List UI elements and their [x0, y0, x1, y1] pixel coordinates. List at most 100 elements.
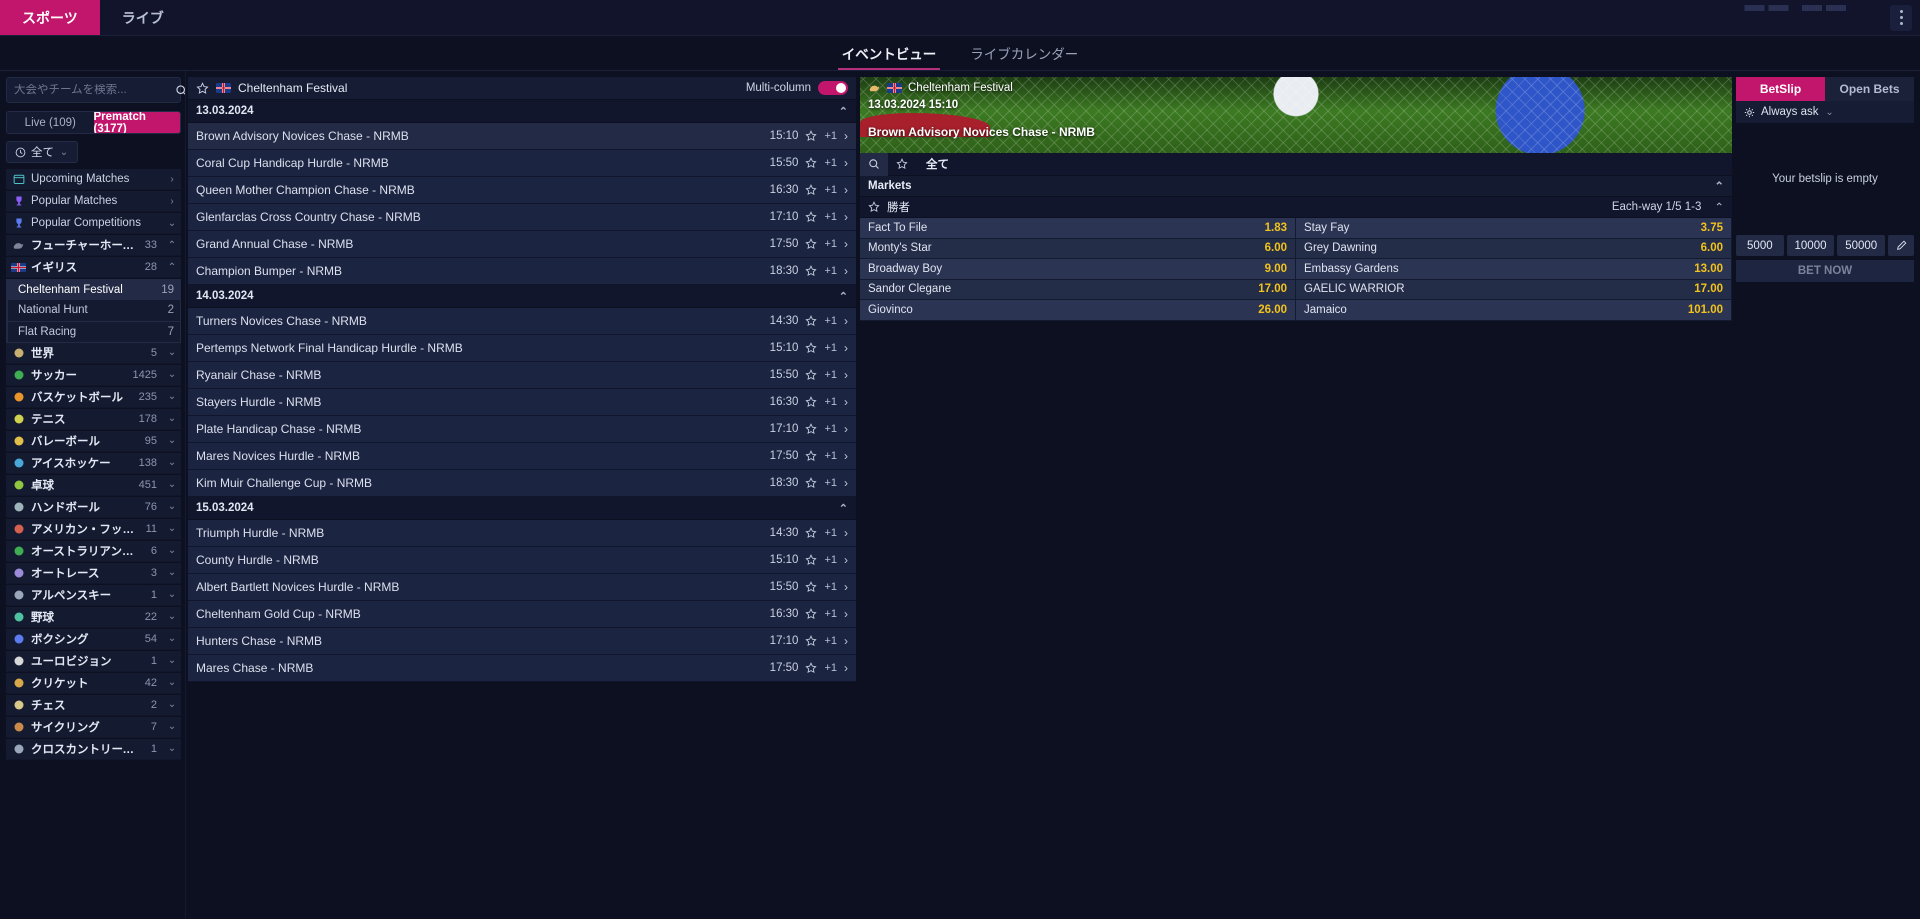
sidebar-sport-item[interactable]: サイクリング 7 ⌄	[6, 716, 181, 738]
event-row[interactable]: Queen Mother Champion Chase - NRMB 16:30 +…	[188, 177, 856, 204]
odds-selection[interactable]: Stay Fay 3.75	[1296, 218, 1732, 239]
star-icon[interactable]	[805, 450, 818, 462]
chevron-right-icon[interactable]: ›	[844, 449, 848, 463]
odds-selection[interactable]: Giovinco 26.00	[860, 300, 1296, 321]
event-row[interactable]: Champion Bumper - NRMB 18:30 +1 ›	[188, 258, 856, 285]
chevron-right-icon[interactable]: ›	[844, 129, 848, 143]
time-filter-dropdown[interactable]: 全て ⌄	[6, 141, 78, 163]
chevron-right-icon[interactable]: ›	[844, 341, 848, 355]
star-icon[interactable]	[805, 554, 818, 566]
tab-event-view[interactable]: イベントビュー	[837, 43, 940, 70]
star-icon[interactable]	[805, 157, 818, 169]
markets-section-header[interactable]: Markets ⌃	[860, 176, 1732, 197]
sidebar-sport-item[interactable]: バレーボール 95 ⌄	[6, 430, 181, 453]
star-icon[interactable]	[805, 662, 818, 674]
sidebar-sport-item[interactable]: ボクシング 54 ⌄	[6, 628, 181, 650]
sidebar-sport-item[interactable]: バスケットボール 235 ⌄	[6, 386, 181, 409]
star-icon[interactable]	[805, 342, 818, 354]
chevron-right-icon[interactable]: ›	[844, 476, 848, 490]
pencil-icon[interactable]	[1888, 235, 1915, 256]
chevron-up-icon[interactable]: ⌃	[839, 290, 848, 303]
chevron-right-icon[interactable]: ›	[844, 553, 848, 567]
star-icon[interactable]	[805, 477, 818, 489]
tab-betslip[interactable]: BetSlip	[1736, 77, 1825, 101]
star-icon[interactable]	[805, 130, 818, 142]
event-row[interactable]: Kim Muir Challenge Cup - NRMB 18:30 +1 ›	[188, 470, 856, 497]
stake-button-10000[interactable]: 10000	[1786, 235, 1835, 256]
chevron-up-icon[interactable]: ⌃	[839, 105, 848, 118]
segment-prematch[interactable]: Prematch (3177)	[93, 112, 180, 133]
star-icon[interactable]	[805, 238, 818, 250]
chevron-right-icon[interactable]: ›	[844, 368, 848, 382]
sidebar-item-flat-racing[interactable]: Flat Racing 7	[7, 321, 181, 343]
sidebar-item-popular-competitions[interactable]: Popular Competitions ⌄	[6, 212, 181, 235]
star-icon[interactable]	[805, 608, 818, 620]
sidebar-search[interactable]	[6, 77, 185, 103]
star-icon[interactable]	[805, 527, 818, 539]
star-icon[interactable]	[805, 396, 818, 408]
chevron-right-icon[interactable]: ›	[844, 422, 848, 436]
topnav-tab-sports[interactable]: スポーツ	[0, 0, 100, 35]
events-date-header[interactable]: 13.03.2024 ⌃	[188, 100, 856, 123]
sidebar-sport-item[interactable]: ユーロビジョン 1 ⌄	[6, 650, 181, 672]
sidebar-sport-item[interactable]: オーストラリアン・… 6 ⌄	[6, 540, 181, 562]
event-row[interactable]: Coral Cup Handicap Hurdle - NRMB 15:50 +1 ›	[188, 150, 856, 177]
sidebar-sport-item[interactable]: 野球 22 ⌄	[6, 606, 181, 628]
event-row[interactable]: Plate Handicap Chase - NRMB 17:10 +1 ›	[188, 416, 856, 443]
odds-selection[interactable]: Broadway Boy 9.00	[860, 259, 1296, 280]
event-row[interactable]: Pertemps Network Final Handicap Hurdle -…	[188, 335, 856, 362]
sidebar-group-future-horses[interactable]: フューチャーホース... 33 ⌃	[6, 234, 181, 257]
sidebar-sport-item[interactable]: クリケット 42 ⌄	[6, 672, 181, 694]
sidebar-sport-item[interactable]: アルペンスキー 1 ⌄	[6, 584, 181, 606]
event-row[interactable]: Grand Annual Chase - NRMB 17:50 +1 ›	[188, 231, 856, 258]
event-row[interactable]: County Hurdle - NRMB 15:10 +1 ›	[188, 547, 856, 574]
market-favorite-icon[interactable]	[888, 153, 916, 176]
sidebar-item-popular-matches[interactable]: Popular Matches ›	[6, 190, 181, 213]
star-icon[interactable]	[805, 211, 818, 223]
odds-selection[interactable]: Jamaico 101.00	[1296, 300, 1732, 321]
star-icon[interactable]	[805, 369, 818, 381]
event-row[interactable]: Glenfarclas Cross Country Chase - NRMB 17…	[188, 204, 856, 231]
star-icon[interactable]	[196, 81, 209, 95]
multicolumn-toggle[interactable]	[818, 81, 848, 95]
sidebar-group-uk[interactable]: イギリス 28 ⌃	[6, 256, 181, 279]
market-filter-all[interactable]: 全て	[916, 156, 959, 172]
star-icon[interactable]	[805, 581, 818, 593]
star-icon[interactable]	[805, 315, 818, 327]
stake-button-5000[interactable]: 5000	[1736, 235, 1784, 256]
event-row[interactable]: Turners Novices Chase - NRMB 14:30 +1 ›	[188, 308, 856, 335]
chevron-right-icon[interactable]: ›	[844, 264, 848, 278]
odds-selection[interactable]: GAELIC WARRIOR 17.00	[1296, 279, 1732, 300]
star-icon[interactable]	[805, 423, 818, 435]
odds-selection[interactable]: Embassy Gardens 13.00	[1296, 259, 1732, 280]
star-icon[interactable]	[805, 184, 818, 196]
chevron-up-icon[interactable]: ⌃	[839, 502, 848, 515]
chevron-right-icon[interactable]: ›	[844, 314, 848, 328]
chevron-right-icon[interactable]: ›	[844, 580, 848, 594]
star-icon[interactable]	[805, 635, 818, 647]
chevron-right-icon[interactable]: ›	[844, 395, 848, 409]
stake-button-50000[interactable]: 50000	[1837, 235, 1886, 256]
sidebar-sport-item[interactable]: チェス 2 ⌄	[6, 694, 181, 716]
event-row[interactable]: Albert Bartlett Novices Hurdle - NRMB 15:…	[188, 574, 856, 601]
sidebar-sport-item[interactable]: 世界 5 ⌄	[6, 342, 181, 365]
odds-selection[interactable]: Fact To File 1.83	[860, 218, 1296, 239]
sidebar-sport-item[interactable]: オートレース 3 ⌄	[6, 562, 181, 584]
odds-selection[interactable]: Sandor Clegane 17.00	[860, 279, 1296, 300]
kebab-menu-icon[interactable]	[1890, 4, 1912, 31]
event-row[interactable]: Ryanair Chase - NRMB 15:50 +1 ›	[188, 362, 856, 389]
event-row[interactable]: Stayers Hurdle - NRMB 16:30 +1 ›	[188, 389, 856, 416]
tab-open-bets[interactable]: Open Bets	[1825, 77, 1914, 101]
event-row[interactable]: Mares Chase - NRMB 17:50 +1 ›	[188, 655, 856, 682]
star-icon[interactable]	[805, 265, 818, 277]
topnav-tab-live[interactable]: ライブ	[100, 0, 186, 35]
sidebar-sport-item[interactable]: テニス 178 ⌄	[6, 408, 181, 431]
chevron-right-icon[interactable]: ›	[844, 156, 848, 170]
search-input[interactable]	[7, 84, 175, 96]
bet-now-button[interactable]: BET NOW	[1736, 260, 1914, 282]
event-row[interactable]: Hunters Chase - NRMB 17:10 +1 ›	[188, 628, 856, 655]
tab-live-calendar[interactable]: ライブカレンダー	[970, 43, 1078, 70]
sidebar-sport-item[interactable]: ハンドボール 76 ⌄	[6, 496, 181, 518]
sidebar-item-national-hunt[interactable]: National Hunt 2	[7, 300, 181, 322]
segment-live[interactable]: Live (109)	[7, 112, 94, 133]
